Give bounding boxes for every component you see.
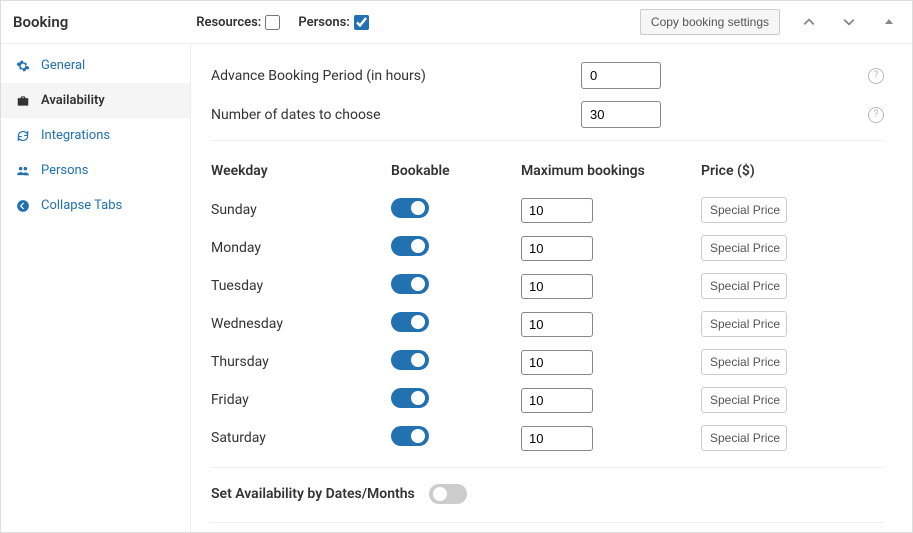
- panel-header: Booking Resources: Persons: Copy booking…: [1, 1, 912, 44]
- chevron-up-icon[interactable]: [798, 11, 820, 33]
- col-header-price: Price ($): [701, 163, 884, 179]
- col-header-bookable: Bookable: [391, 163, 521, 179]
- copy-booking-settings-button[interactable]: Copy booking settings: [640, 9, 780, 35]
- table-row: Thursday Special Price: [211, 343, 884, 381]
- sidebar-item-general[interactable]: General: [1, 48, 190, 83]
- max-bookings-input[interactable]: [521, 236, 593, 261]
- max-bookings-input[interactable]: [521, 312, 593, 337]
- bookable-toggle[interactable]: [391, 426, 429, 446]
- max-bookings-input[interactable]: [521, 388, 593, 413]
- special-price-button[interactable]: Special Price: [701, 387, 787, 413]
- max-bookings-input[interactable]: [521, 274, 593, 299]
- bookable-toggle[interactable]: [391, 312, 429, 332]
- bookable-toggle[interactable]: [391, 198, 429, 218]
- weekday-label: Wednesday: [211, 316, 391, 332]
- table-row: Wednesday Special Price: [211, 305, 884, 343]
- weekday-label: Friday: [211, 392, 391, 408]
- help-icon[interactable]: ?: [868, 107, 884, 123]
- weekday-table-header: Weekday Bookable Maximum bookings Price …: [211, 157, 884, 185]
- number-of-dates-input[interactable]: [581, 101, 661, 128]
- sidebar-item-label: General: [41, 58, 85, 73]
- gear-icon: [15, 59, 31, 73]
- sidebar-item-label: Collapse Tabs: [41, 198, 122, 213]
- advance-booking-input[interactable]: [581, 62, 661, 89]
- set-availability-toggle[interactable]: [429, 484, 467, 504]
- table-row: Friday Special Price: [211, 381, 884, 419]
- max-bookings-input[interactable]: [521, 198, 593, 223]
- special-price-button[interactable]: Special Price: [701, 311, 787, 337]
- weekday-label: Tuesday: [211, 278, 391, 294]
- special-price-button[interactable]: Special Price: [701, 197, 787, 223]
- divider: [211, 522, 884, 523]
- max-bookings-input[interactable]: [521, 350, 593, 375]
- table-row: Saturday Special Price: [211, 419, 884, 457]
- sidebar-item-persons[interactable]: Persons: [1, 153, 190, 188]
- bookable-toggle[interactable]: [391, 236, 429, 256]
- special-price-button[interactable]: Special Price: [701, 425, 787, 451]
- arrow-left-icon: [15, 199, 31, 213]
- advance-booking-label: Advance Booking Period (in hours): [211, 68, 581, 84]
- resources-label: Resources:: [196, 15, 261, 30]
- weekday-label: Sunday: [211, 202, 391, 218]
- persons-label: Persons:: [298, 15, 349, 30]
- sidebar-item-label: Integrations: [41, 128, 110, 143]
- users-icon: [15, 164, 31, 178]
- sidebar-item-label: Persons: [41, 163, 88, 178]
- resources-checkbox-wrap[interactable]: Resources:: [196, 15, 280, 30]
- divider: [211, 140, 884, 141]
- table-row: Sunday Special Price: [211, 191, 884, 229]
- help-icon[interactable]: ?: [868, 68, 884, 84]
- special-price-button[interactable]: Special Price: [701, 235, 787, 261]
- col-header-max: Maximum bookings: [521, 163, 701, 179]
- set-availability-label: Set Availability by Dates/Months: [211, 486, 415, 502]
- refresh-icon: [15, 129, 31, 143]
- col-header-weekday: Weekday: [211, 163, 391, 179]
- persons-checkbox-wrap[interactable]: Persons:: [298, 15, 368, 30]
- table-row: Tuesday Special Price: [211, 267, 884, 305]
- bookable-toggle[interactable]: [391, 388, 429, 408]
- weekday-label: Thursday: [211, 354, 391, 370]
- divider: [211, 467, 884, 468]
- sidebar-item-availability[interactable]: Availability: [1, 83, 190, 118]
- max-bookings-input[interactable]: [521, 426, 593, 451]
- sidebar: General Availability Integrations Person…: [1, 44, 191, 532]
- bookable-toggle[interactable]: [391, 274, 429, 294]
- sidebar-item-collapse-tabs[interactable]: Collapse Tabs: [1, 188, 190, 223]
- panel-title: Booking: [13, 13, 68, 31]
- chevron-down-icon[interactable]: [838, 11, 860, 33]
- table-row: Monday Special Price: [211, 229, 884, 267]
- content-area: Advance Booking Period (in hours) ? Numb…: [191, 44, 912, 532]
- weekday-label: Monday: [211, 240, 391, 256]
- resources-checkbox[interactable]: [265, 15, 280, 30]
- collapse-icon[interactable]: [878, 11, 900, 33]
- number-of-dates-label: Number of dates to choose: [211, 107, 581, 123]
- special-price-button[interactable]: Special Price: [701, 273, 787, 299]
- bookable-toggle[interactable]: [391, 350, 429, 370]
- persons-checkbox[interactable]: [354, 15, 369, 30]
- sidebar-item-label: Availability: [41, 93, 105, 108]
- special-price-button[interactable]: Special Price: [701, 349, 787, 375]
- sidebar-item-integrations[interactable]: Integrations: [1, 118, 190, 153]
- briefcase-icon: [15, 94, 31, 108]
- weekday-label: Saturday: [211, 430, 391, 446]
